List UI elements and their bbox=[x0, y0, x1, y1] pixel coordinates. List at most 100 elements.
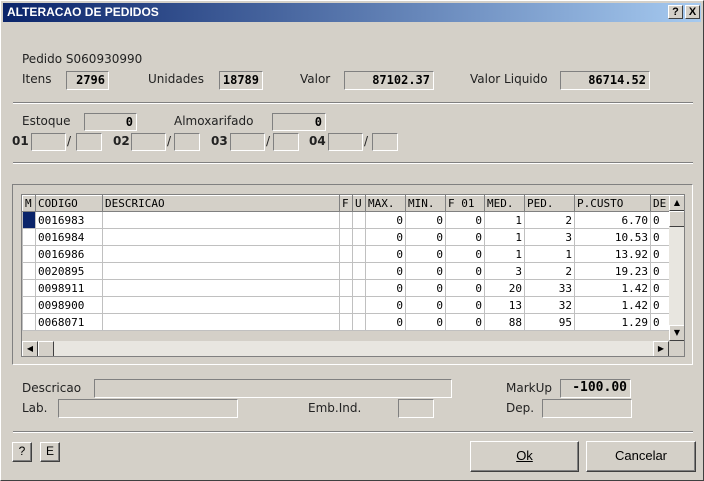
cell-f01[interactable]: 0 bbox=[445, 262, 485, 280]
scroll-down-arrow-icon[interactable]: ▼ bbox=[669, 325, 684, 341]
cell-f[interactable] bbox=[339, 211, 353, 229]
cell-descricao[interactable] bbox=[102, 313, 340, 331]
cell-f[interactable] bbox=[339, 228, 353, 246]
cell-ped[interactable]: 2 bbox=[524, 211, 575, 229]
cell-f[interactable] bbox=[339, 279, 353, 297]
cell-ped[interactable]: 1 bbox=[524, 245, 575, 263]
row-marker[interactable] bbox=[22, 279, 36, 297]
cell-de[interactable]: 0 bbox=[650, 296, 670, 314]
col-u[interactable]: U bbox=[352, 195, 366, 212]
cell-f01[interactable]: 0 bbox=[445, 211, 485, 229]
cell-pcusto[interactable]: 1.29 bbox=[574, 313, 651, 331]
cell-f01[interactable]: 0 bbox=[445, 296, 485, 314]
col-med[interactable]: MED. bbox=[484, 195, 525, 212]
products-grid[interactable]: M CODIGO DESCRICAO F U MAX. MIN. F 01 ME… bbox=[21, 194, 685, 357]
cell-descricao[interactable] bbox=[102, 262, 340, 280]
cell-u[interactable] bbox=[352, 228, 366, 246]
slot-03-field-b[interactable] bbox=[273, 133, 299, 151]
slot-03-field-a[interactable] bbox=[230, 133, 265, 151]
cell-de[interactable]: 0 bbox=[650, 313, 670, 331]
cell-pcusto[interactable]: 1.42 bbox=[574, 279, 651, 297]
cell-de[interactable]: 0 bbox=[650, 228, 670, 246]
table-row[interactable]: 0016983 0 0 0 1 2 6.70 0 bbox=[22, 211, 670, 229]
cell-med[interactable]: 88 bbox=[484, 313, 525, 331]
vertical-scroll-thumb[interactable] bbox=[669, 211, 684, 227]
cell-min[interactable]: 0 bbox=[405, 211, 446, 229]
cell-max[interactable]: 0 bbox=[365, 228, 406, 246]
cell-med[interactable]: 1 bbox=[484, 228, 525, 246]
cell-max[interactable]: 0 bbox=[365, 245, 406, 263]
help-button[interactable]: ? bbox=[668, 5, 683, 19]
cell-med[interactable]: 13 bbox=[484, 296, 525, 314]
slot-04-field-b[interactable] bbox=[372, 133, 398, 151]
table-row[interactable]: 0098911 0 0 0 20 33 1.42 0 bbox=[22, 279, 670, 297]
cell-ped[interactable]: 32 bbox=[524, 296, 575, 314]
cell-max[interactable]: 0 bbox=[365, 211, 406, 229]
cell-f01[interactable]: 0 bbox=[445, 279, 485, 297]
cell-u[interactable] bbox=[352, 313, 366, 331]
cancel-button[interactable]: Cancelar bbox=[586, 441, 696, 472]
e-button[interactable]: E bbox=[40, 442, 60, 462]
cell-f[interactable] bbox=[339, 313, 353, 331]
cell-codigo[interactable]: 0098900 bbox=[35, 296, 103, 314]
cell-de[interactable]: 0 bbox=[650, 262, 670, 280]
close-button[interactable]: X bbox=[685, 5, 700, 19]
cell-pcusto[interactable]: 6.70 bbox=[574, 211, 651, 229]
cell-f01[interactable]: 0 bbox=[445, 245, 485, 263]
cell-f[interactable] bbox=[339, 245, 353, 263]
cell-codigo[interactable]: 0016983 bbox=[35, 211, 103, 229]
col-ped[interactable]: PED. bbox=[524, 195, 575, 212]
scroll-right-arrow-icon[interactable]: ▶ bbox=[653, 341, 669, 356]
slot-02-field-b[interactable] bbox=[174, 133, 200, 151]
cell-u[interactable] bbox=[352, 245, 366, 263]
cell-med[interactable]: 3 bbox=[484, 262, 525, 280]
cell-descricao[interactable] bbox=[102, 245, 340, 263]
table-row[interactable]: 0068071 0 0 0 88 95 1.29 0 bbox=[22, 313, 670, 331]
cell-f[interactable] bbox=[339, 262, 353, 280]
slot-04-field-a[interactable] bbox=[328, 133, 363, 151]
cell-pcusto[interactable]: 13.92 bbox=[574, 245, 651, 263]
cell-max[interactable]: 0 bbox=[365, 313, 406, 331]
dep-field[interactable] bbox=[542, 399, 632, 418]
slot-01-field-a[interactable] bbox=[31, 133, 66, 151]
col-max[interactable]: MAX. bbox=[365, 195, 406, 212]
col-m[interactable]: M bbox=[22, 195, 36, 212]
row-marker[interactable] bbox=[22, 245, 36, 263]
row-marker[interactable] bbox=[22, 262, 36, 280]
cell-u[interactable] bbox=[352, 279, 366, 297]
vertical-scrollbar[interactable]: ▲ ▼ bbox=[669, 195, 684, 341]
col-min[interactable]: MIN. bbox=[405, 195, 446, 212]
cell-de[interactable]: 0 bbox=[650, 279, 670, 297]
cell-med[interactable]: 1 bbox=[484, 211, 525, 229]
cell-u[interactable] bbox=[352, 262, 366, 280]
col-codigo[interactable]: CODIGO bbox=[35, 195, 103, 212]
scroll-up-arrow-icon[interactable]: ▲ bbox=[669, 195, 684, 211]
scroll-left-arrow-icon[interactable]: ◀ bbox=[22, 341, 38, 356]
cell-pcusto[interactable]: 19.23 bbox=[574, 262, 651, 280]
cell-med[interactable]: 1 bbox=[484, 245, 525, 263]
cell-codigo[interactable]: 0068071 bbox=[35, 313, 103, 331]
cell-min[interactable]: 0 bbox=[405, 228, 446, 246]
cell-min[interactable]: 0 bbox=[405, 296, 446, 314]
help-small-button[interactable]: ? bbox=[12, 442, 32, 462]
cell-ped[interactable]: 95 bbox=[524, 313, 575, 331]
descricao-field[interactable] bbox=[94, 379, 452, 398]
horizontal-scrollbar[interactable]: ◀ ▶ bbox=[22, 341, 669, 356]
col-f[interactable]: F bbox=[339, 195, 353, 212]
emb-ind-field[interactable] bbox=[398, 399, 434, 418]
cell-codigo[interactable]: 0098911 bbox=[35, 279, 103, 297]
row-marker[interactable] bbox=[22, 313, 36, 331]
cell-min[interactable]: 0 bbox=[405, 313, 446, 331]
cell-min[interactable]: 0 bbox=[405, 245, 446, 263]
table-row[interactable]: 0016986 0 0 0 1 1 13.92 0 bbox=[22, 245, 670, 263]
cell-descricao[interactable] bbox=[102, 211, 340, 229]
cell-pcusto[interactable]: 10.53 bbox=[574, 228, 651, 246]
row-marker[interactable] bbox=[22, 296, 36, 314]
cell-u[interactable] bbox=[352, 296, 366, 314]
cell-codigo[interactable]: 0020895 bbox=[35, 262, 103, 280]
cell-de[interactable]: 0 bbox=[650, 245, 670, 263]
slot-01-field-b[interactable] bbox=[76, 133, 102, 151]
cell-med[interactable]: 20 bbox=[484, 279, 525, 297]
row-marker[interactable] bbox=[22, 211, 36, 229]
cell-f01[interactable]: 0 bbox=[445, 228, 485, 246]
